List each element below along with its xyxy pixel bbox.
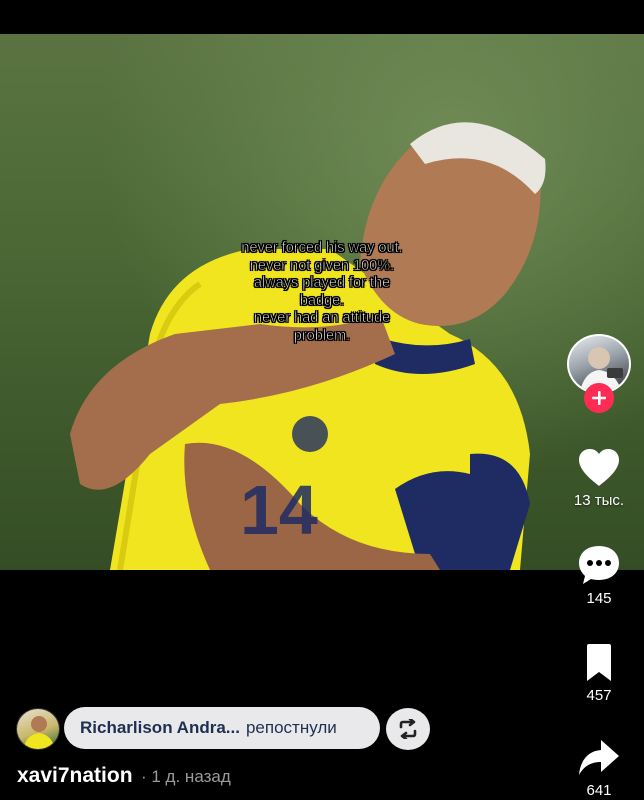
- repost-icon: [399, 719, 417, 739]
- caption-line: always played for the: [253, 275, 391, 292]
- reposter-name: Richarlison Andra...: [80, 718, 240, 737]
- repost-verb: репостнули: [245, 718, 337, 737]
- like-button[interactable]: 13 тыс.: [559, 448, 639, 509]
- caption-line: badge.: [299, 292, 345, 309]
- repost-label[interactable]: Richarlison Andra... репостнули: [64, 707, 380, 749]
- heart-icon: [579, 449, 619, 486]
- like-count: 13 тыс.: [573, 492, 625, 509]
- reposter-photo: [23, 716, 55, 749]
- video-player[interactable]: 14 kraken never forced his way out. neve…: [0, 34, 644, 570]
- caption-line: never had an attitude: [253, 310, 391, 327]
- comment-button[interactable]: 145: [559, 544, 639, 607]
- repost-button[interactable]: [386, 708, 430, 750]
- reposter-avatar[interactable]: [16, 708, 60, 750]
- author-username[interactable]: xavi7nation: [17, 764, 133, 787]
- share-count: 641: [586, 782, 612, 799]
- author-line: xavi7nation · 1 д. назад: [17, 764, 231, 788]
- caption-line: never forced his way out.: [241, 240, 403, 257]
- svg-text:14: 14: [240, 471, 318, 549]
- share-arrow-icon: [579, 740, 619, 775]
- share-button[interactable]: 641: [559, 738, 639, 799]
- bookmark-count: 457: [586, 687, 612, 704]
- caption-line: never not given 100%.: [249, 257, 395, 274]
- post-timestamp: · 1 д. назад: [141, 767, 231, 786]
- bookmark-button[interactable]: 457: [559, 643, 639, 704]
- bookmark-icon: [587, 644, 611, 681]
- follow-button[interactable]: [584, 383, 614, 413]
- comment-bubble-icon: [579, 546, 619, 584]
- video-caption: never forced his way out. never not give…: [200, 240, 444, 345]
- comment-count: 145: [586, 590, 612, 607]
- plus-icon: [592, 391, 606, 405]
- caption-line: problem.: [293, 327, 351, 344]
